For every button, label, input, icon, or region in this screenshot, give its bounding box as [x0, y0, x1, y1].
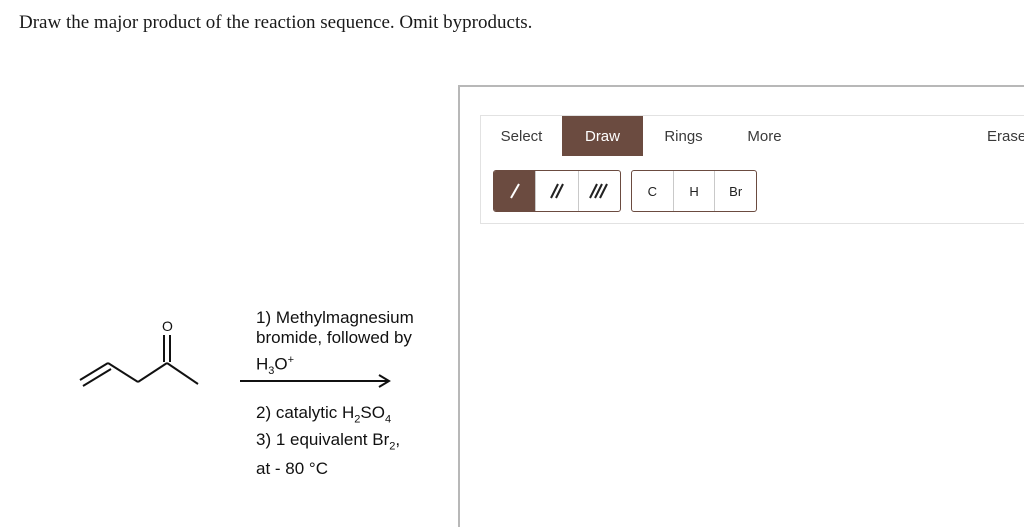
- oxygen-label: O: [162, 318, 173, 334]
- tab-select[interactable]: Select: [481, 116, 562, 156]
- double-bond-line-1: [79, 362, 109, 381]
- single-bond-icon: [509, 183, 520, 199]
- tab-erase[interactable]: Erase: [970, 116, 1024, 156]
- condition-step1-line1: 1) Methylmagnesium: [256, 308, 414, 327]
- bond-c2-c3: [107, 362, 139, 383]
- single-bond-button[interactable]: [494, 171, 537, 211]
- bond-c4-c5: [166, 362, 199, 385]
- question-text: Draw the major product of the reaction s…: [19, 12, 533, 33]
- condition-step2: 2) catalytic H2SO4: [256, 403, 392, 426]
- reaction-arrow: [240, 374, 391, 388]
- tab-rings[interactable]: Rings: [643, 116, 724, 156]
- atom-carbon-button[interactable]: C: [632, 171, 674, 211]
- double-bond-line-2: [82, 368, 112, 387]
- triple-bond-icon: [589, 183, 609, 199]
- condition-step3-line2: at - 80 °C: [256, 459, 328, 478]
- tab-draw[interactable]: Draw: [562, 116, 643, 156]
- condition-step1-line2: bromide, followed by: [256, 328, 412, 347]
- double-bond-icon: [550, 183, 564, 199]
- atom-hydrogen-button[interactable]: H: [674, 171, 716, 211]
- atom-bromine-button[interactable]: Br: [715, 171, 756, 211]
- double-bond-button[interactable]: [536, 171, 579, 211]
- triple-bond-button[interactable]: [579, 171, 620, 211]
- bond-c3-c4: [137, 362, 168, 383]
- reactant-molecule: O: [79, 318, 199, 387]
- atom-tool-group: C H Br: [631, 170, 757, 212]
- condition-step3: 3) 1 equivalent Br2,: [256, 430, 401, 453]
- bond-tool-group: [493, 170, 621, 212]
- toolbar-divider-bottom: [480, 223, 1024, 224]
- tab-more[interactable]: More: [724, 116, 805, 156]
